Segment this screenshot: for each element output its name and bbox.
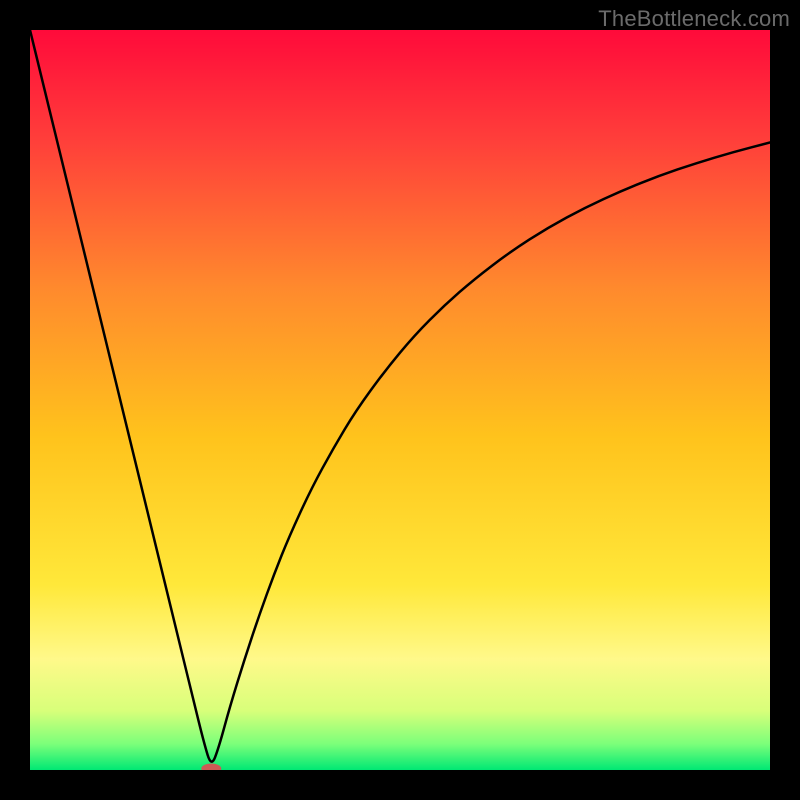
plot-area: [30, 30, 770, 770]
gradient-background: [30, 30, 770, 770]
watermark-text: TheBottleneck.com: [598, 6, 790, 32]
chart-frame: TheBottleneck.com: [0, 0, 800, 800]
chart-svg: [30, 30, 770, 770]
